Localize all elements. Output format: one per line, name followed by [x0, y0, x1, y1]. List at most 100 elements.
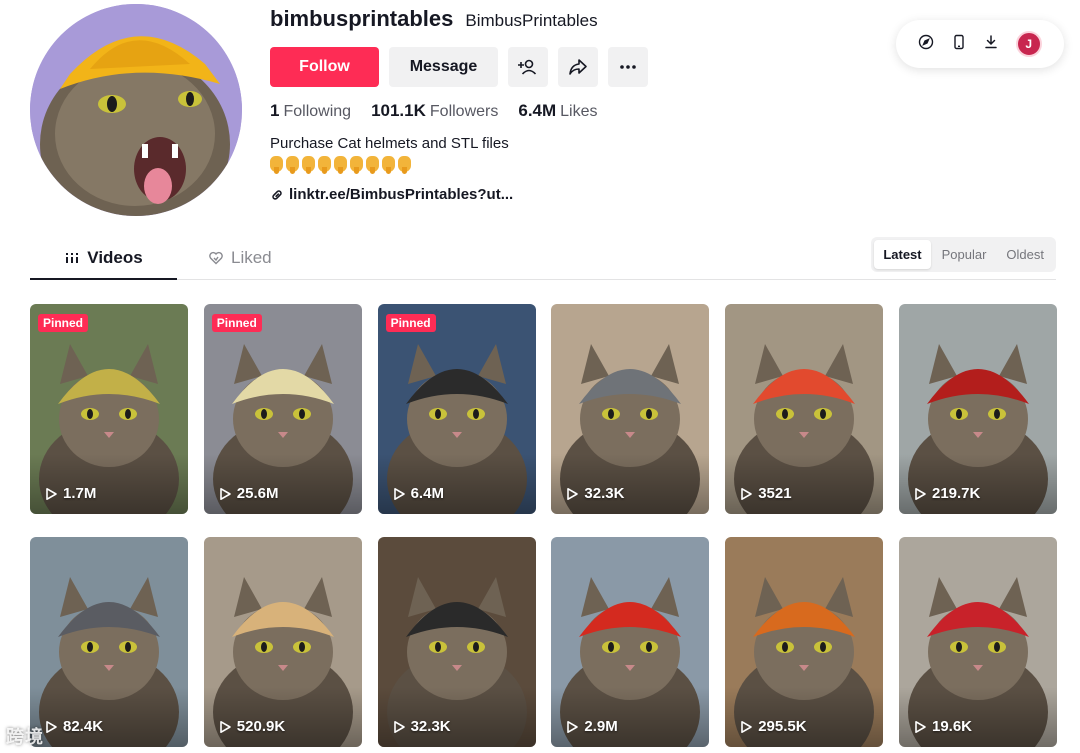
videos-grid-icon — [66, 252, 79, 263]
more-options-button[interactable] — [608, 47, 648, 87]
pinned-badge: Pinned — [211, 314, 262, 332]
download-button[interactable] — [983, 34, 999, 55]
view-count: 219.7K — [913, 485, 980, 502]
profile-info: bimbusprintables BimbusPrintables Follow… — [270, 6, 830, 203]
profile-link[interactable]: linktr.ee/BimbusPrintables?ut... — [270, 186, 830, 203]
bio: Purchase Cat helmets and STL files — [270, 134, 830, 174]
video-card[interactable]: Pinned 6.4M — [377, 304, 536, 514]
view-count: 520.9K — [218, 718, 285, 735]
video-card[interactable]: 2.9M — [551, 537, 710, 747]
sort-latest[interactable]: Latest — [874, 240, 931, 269]
explore-button[interactable] — [918, 34, 934, 55]
stats-row: 1 Following 101.1K Followers 6.4M Likes — [270, 100, 830, 122]
add-person-icon — [518, 59, 537, 75]
avatar-cat-image — [30, 4, 242, 216]
video-card[interactable]: 82.4K — [30, 537, 188, 747]
stat-likes: 6.4M Likes — [518, 101, 597, 121]
pinned-badge: Pinned — [38, 314, 89, 332]
follow-button[interactable]: Follow — [270, 47, 379, 87]
thumbnail-shade — [203, 687, 362, 747]
bio-text: Purchase Cat helmets and STL files — [270, 135, 509, 152]
play-icon — [393, 720, 405, 733]
view-count: 32.3K — [392, 718, 451, 735]
play-icon — [567, 487, 579, 500]
sort-oldest[interactable]: Oldest — [997, 240, 1053, 269]
video-grid: Pinned 1.7M Pinned 25.6M Pinned 6.4M 32.3K 3521… — [30, 304, 1057, 747]
view-count: 1.7M — [44, 485, 96, 502]
liked-heart-icon — [209, 251, 223, 265]
view-count-text: 25.6M — [236, 485, 279, 502]
link-icon — [272, 189, 282, 200]
view-count-text: 6.4M — [410, 485, 444, 502]
thumbnail-shade — [551, 687, 710, 747]
sort-popular[interactable]: Popular — [933, 240, 996, 269]
action-row: Follow Message — [270, 47, 830, 87]
play-icon — [741, 487, 752, 500]
play-icon — [219, 720, 231, 733]
top-tools: J — [896, 20, 1064, 68]
view-count-text: 3521 — [758, 485, 792, 502]
share-icon — [569, 59, 587, 75]
view-count-text: 32.3K — [410, 718, 451, 735]
pointing-down-emoji — [302, 156, 315, 174]
view-count-text: 295.5K — [758, 718, 807, 735]
tab-liked[interactable]: Liked — [208, 237, 272, 279]
thumbnail-shade — [725, 454, 884, 514]
following-label: Following — [283, 103, 352, 120]
view-count: 25.6M — [218, 485, 279, 502]
get-app-button[interactable] — [951, 34, 967, 55]
video-card[interactable]: 219.7K — [898, 304, 1057, 514]
video-card[interactable]: 32.3K — [377, 537, 536, 747]
message-button[interactable]: Message — [389, 47, 498, 87]
tab-liked-label: Liked — [231, 248, 272, 267]
username: bimbusprintables — [270, 6, 454, 31]
suggested-accounts-button[interactable] — [508, 47, 548, 87]
pointing-down-emoji — [366, 156, 379, 174]
likes-count: 6.4M — [518, 101, 557, 120]
name-row: bimbusprintables BimbusPrintables — [270, 6, 830, 36]
stat-following[interactable]: 1 Following — [270, 101, 351, 121]
thumbnail-shade — [377, 454, 536, 514]
play-icon — [741, 720, 752, 733]
video-card[interactable]: 32.3K — [551, 304, 710, 514]
pointing-down-emoji — [286, 156, 299, 174]
view-count: 295.5K — [739, 718, 807, 735]
stat-followers[interactable]: 101.1K Followers — [371, 101, 498, 121]
profile-avatar[interactable] — [30, 4, 242, 216]
tab-videos[interactable]: Videos — [30, 237, 177, 280]
followers-label: Followers — [429, 103, 499, 120]
thumbnail-shade — [30, 687, 188, 747]
view-count-text: 82.4K — [63, 718, 104, 735]
thumbnail-shade — [898, 454, 1057, 514]
video-card[interactable]: 3521 — [725, 304, 884, 514]
tab-videos-label: Videos — [87, 247, 143, 267]
view-count: 82.4K — [44, 718, 103, 735]
phone-icon — [954, 34, 964, 49]
nickname: BimbusPrintables — [465, 11, 598, 30]
followers-count: 101.1K — [371, 101, 426, 120]
video-card[interactable]: Pinned 25.6M — [203, 304, 362, 514]
video-card[interactable]: 295.5K — [725, 537, 884, 747]
thumbnail-shade — [377, 687, 536, 747]
thumbnail-shade — [203, 454, 362, 514]
pinned-badge: Pinned — [385, 314, 436, 332]
thumbnail-shade — [30, 454, 188, 514]
view-count-text: 520.9K — [236, 718, 286, 735]
pointing-down-emoji — [350, 156, 363, 174]
play-icon — [915, 720, 926, 733]
pointing-down-emoji — [334, 156, 347, 174]
play-icon — [915, 487, 926, 500]
view-count: 2.9M — [565, 718, 618, 735]
video-card[interactable]: 520.9K — [203, 537, 362, 747]
view-count-text: 19.6K — [931, 718, 973, 735]
share-button[interactable] — [558, 47, 598, 87]
following-count: 1 — [270, 101, 280, 120]
view-count: 6.4M — [392, 485, 444, 502]
view-count-text: 1.7M — [63, 485, 97, 502]
video-card[interactable]: 19.6K — [898, 537, 1057, 747]
view-count: 32.3K — [565, 485, 624, 502]
user-avatar[interactable]: J — [1015, 31, 1042, 57]
video-card[interactable]: Pinned 1.7M — [30, 304, 188, 514]
pointing-down-emoji — [398, 156, 411, 174]
view-count: 19.6K — [913, 718, 972, 735]
